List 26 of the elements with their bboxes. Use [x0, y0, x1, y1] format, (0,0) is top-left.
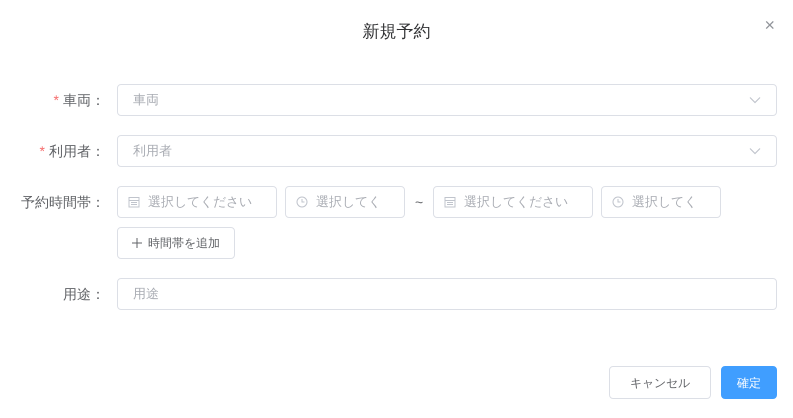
range-separator: ~ [415, 192, 424, 212]
field-label: 予約時間帯： [21, 192, 105, 212]
clock-icon [296, 196, 308, 208]
field-label: 用途： [63, 284, 105, 304]
required-mark: * [54, 90, 59, 110]
chevron-down-icon [749, 96, 761, 104]
calendar-icon [128, 196, 140, 208]
field-label: 車両： [63, 90, 105, 110]
input-field[interactable]: 用途 [117, 278, 777, 310]
confirm-button[interactable]: 確定 [721, 366, 777, 399]
add-time-button[interactable]: 時間帯を追加 [117, 227, 235, 259]
cancel-button[interactable]: キャンセル [609, 366, 711, 399]
plus-icon [132, 238, 142, 248]
calendar-icon [444, 196, 456, 208]
date-field[interactable]: 選択してください [433, 186, 594, 218]
time-field[interactable]: 選択してく [285, 186, 405, 218]
dialog-title: 新規予約 [362, 21, 430, 44]
required-mark: * [40, 142, 45, 160]
field-label: 利用者： [49, 142, 105, 160]
time-field[interactable]: 選択してく [601, 186, 722, 218]
clock-icon [612, 196, 624, 208]
select-field[interactable]: 車両 [117, 84, 777, 116]
chevron-down-icon [749, 147, 761, 155]
date-field[interactable]: 選択してください [117, 186, 277, 218]
select-field[interactable]: 利用者 [117, 135, 777, 167]
close-button[interactable]: × [764, 16, 775, 34]
